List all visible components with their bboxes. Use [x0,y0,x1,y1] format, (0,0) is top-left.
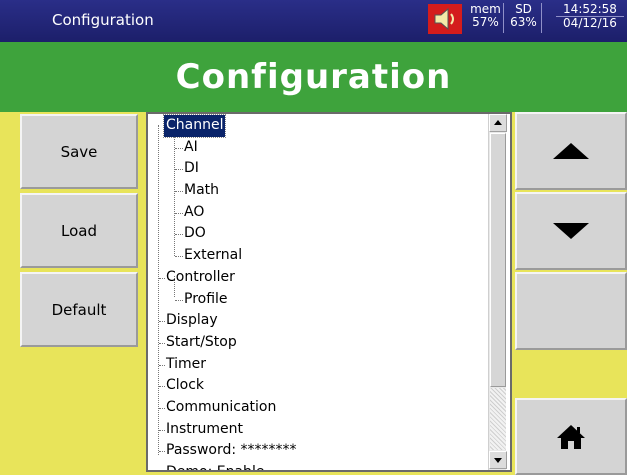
tree-item-demo[interactable]: Demo: Enable [148,462,488,472]
default-button-label: Default [51,300,107,319]
default-button[interactable]: Default [20,272,138,347]
tree-item-label: Math [184,182,220,199]
blank-button[interactable] [515,272,627,350]
down-arrow-icon [553,223,589,239]
tree-item-label: External [184,247,243,264]
tree-item-timer[interactable]: Timer [148,354,488,376]
up-arrow-icon [553,143,589,159]
tree-item-label: AI [184,138,198,155]
status-bar: Configuration mem 57% SD 63% 14:52:58 04… [0,0,627,42]
load-button-label: Load [61,221,97,240]
tree-guide [175,234,183,236]
time-display: 14:52:58 [563,2,617,16]
tree-guide [159,429,165,431]
up-button[interactable] [515,112,627,190]
window-title: Configuration [52,11,154,29]
tree-item-start-stop[interactable]: Start/Stop [148,332,488,354]
tree-item-di[interactable]: DI [148,158,488,180]
page-title: Configuration [175,57,452,97]
tree-item-profile[interactable]: Profile [148,289,488,311]
save-button-label: Save [60,142,98,161]
speaker-icon[interactable] [428,4,462,34]
tree-item-ai[interactable]: AI [148,137,488,159]
tree-item-label: DO [184,225,206,242]
tree-item-label: Display [166,312,218,329]
tree-item-channel[interactable]: Channel [148,114,488,138]
mem-value: 57% [472,15,499,29]
sd-indicator: SD 63% [506,3,542,33]
tree-item-label: Password: ******** [166,442,297,459]
tree-item-controller[interactable]: Controller [148,267,488,289]
date-display: 04/12/16 [556,16,624,30]
tree-item-label: Communication [166,398,277,415]
tree-item-label: Instrument [166,420,244,437]
tree-item-do[interactable]: DO [148,223,488,245]
tree-guide [159,407,165,409]
tree-item-communication[interactable]: Communication [148,397,488,419]
home-button[interactable] [515,398,627,475]
tree-item-label: Start/Stop [166,333,237,350]
tree-guide [159,451,165,453]
tree-item-ao[interactable]: AO [148,202,488,224]
tree-guide [175,212,183,214]
tree-scrollbar[interactable] [488,114,507,470]
down-button[interactable] [515,192,627,270]
scroll-up-icon [494,120,502,125]
tree-guide [175,256,183,258]
config-tree[interactable]: Channel AI DI Math AO DO External Contro… [146,112,512,472]
tree-item-math[interactable]: Math [148,180,488,202]
tree-item-label: Demo: Enable [166,464,265,472]
tree-guide [175,191,183,193]
tree-list: Channel AI DI Math AO DO External Contro… [148,114,488,472]
tree-item-display[interactable]: Display [148,310,488,332]
tree-item-clock[interactable]: Clock [148,375,488,397]
clock: 14:52:58 04/12/16 [556,3,624,33]
tree-item-label: DI [184,160,199,177]
tree-item-label: Channel [162,114,227,138]
scroll-thumb[interactable] [490,133,506,387]
scroll-track[interactable] [490,388,506,450]
tree-guide [175,147,183,149]
home-icon [557,424,585,449]
tree-item-label: Profile [184,290,228,307]
save-button[interactable]: Save [20,114,138,189]
tree-item-instrument[interactable]: Instrument [148,419,488,441]
scroll-down-icon [494,458,502,463]
tree-guide [175,299,183,301]
tree-guide [159,364,165,366]
tree-item-password[interactable]: Password: ******** [148,440,488,462]
tree-guide [159,321,165,323]
scroll-up-button[interactable] [489,114,507,132]
tree-item-label: Timer [166,355,207,372]
tree-guide [159,277,165,279]
memory-indicator: mem 57% [468,3,504,33]
sd-value: 63% [510,15,537,29]
load-button[interactable]: Load [20,193,138,268]
tree-item-label: Clock [166,377,205,394]
tree-guide [159,342,165,344]
tree-item-label: Controller [166,268,235,285]
scroll-down-button[interactable] [489,451,507,469]
tree-guide [175,169,183,171]
tree-item-external[interactable]: External [148,245,488,267]
page-header: Configuration [0,42,627,112]
tree-guide [159,386,165,388]
tree-item-label: AO [184,203,205,220]
